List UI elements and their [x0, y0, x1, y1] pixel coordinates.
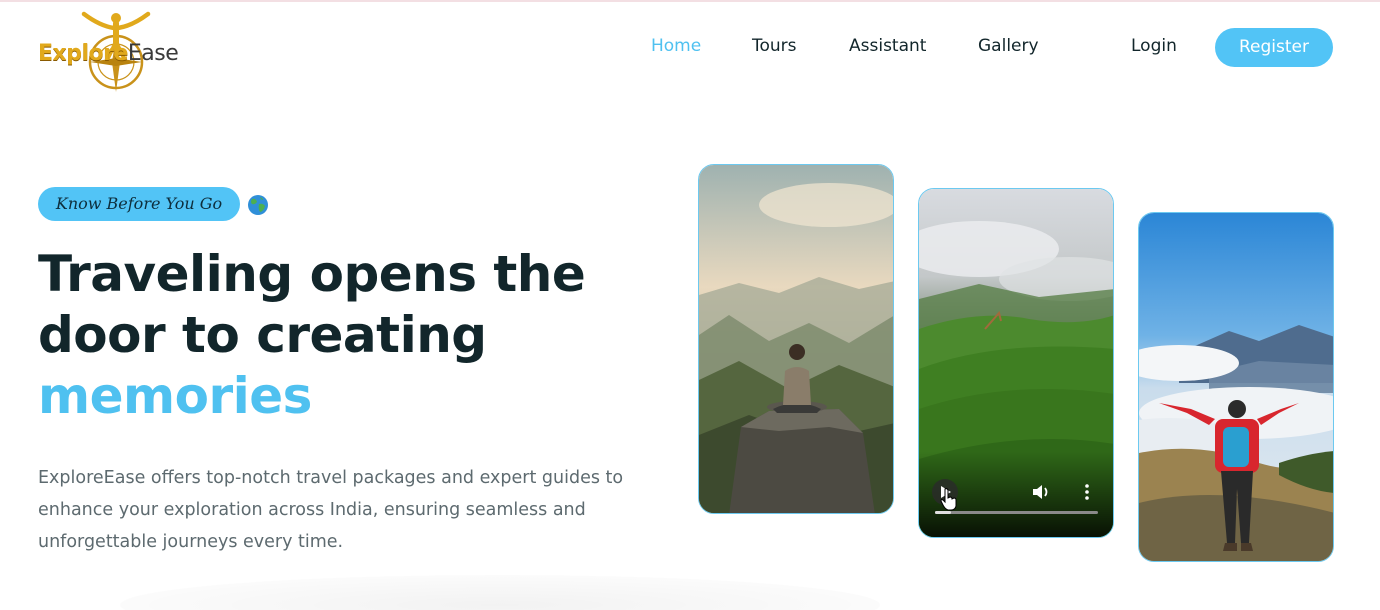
- hero-description: ExploreEase offers top-notch travel pack…: [38, 468, 624, 552]
- logo-text-ease: Ease: [127, 41, 179, 66]
- gallery-video-tea-plantation[interactable]: [918, 188, 1114, 538]
- volume-icon[interactable]: [1031, 483, 1051, 501]
- globe-icon: [248, 195, 268, 215]
- login-link[interactable]: Login: [1131, 36, 1177, 56]
- video-progress-bar[interactable]: [935, 511, 1098, 514]
- nav-assistant[interactable]: Assistant: [849, 36, 926, 56]
- logo-text: ExploreEase: [38, 41, 179, 66]
- video-controls: [919, 467, 1113, 537]
- hero-heading-highlight: memories: [38, 367, 312, 425]
- gallery-card-hiker[interactable]: [1138, 212, 1334, 562]
- decorative-shadow: [120, 575, 880, 610]
- logo-text-explore: Explore: [38, 41, 128, 66]
- brand-logo[interactable]: ExploreEase: [38, 10, 198, 96]
- meditation-photo: [699, 165, 893, 513]
- hand-cursor-icon: [940, 488, 957, 511]
- gallery-card-meditation[interactable]: [698, 164, 894, 514]
- tagline-badge: Know Before You Go: [38, 187, 240, 221]
- top-border: [0, 0, 1380, 2]
- nav-gallery[interactable]: Gallery: [978, 36, 1039, 56]
- hero-heading-line2: door to creating: [38, 306, 487, 364]
- hiker-photo: [1139, 213, 1333, 561]
- hero-heading-line1: Traveling opens the: [38, 245, 586, 303]
- register-button[interactable]: Register: [1215, 28, 1333, 67]
- nav-tours[interactable]: Tours: [752, 36, 797, 56]
- more-options-icon[interactable]: [1083, 483, 1091, 501]
- tagline-text: Know Before You Go: [55, 194, 223, 213]
- nav-home[interactable]: Home: [651, 36, 701, 56]
- hero-heading: Traveling opens the door to creating mem…: [38, 244, 658, 427]
- video-progress-fill: [935, 511, 952, 514]
